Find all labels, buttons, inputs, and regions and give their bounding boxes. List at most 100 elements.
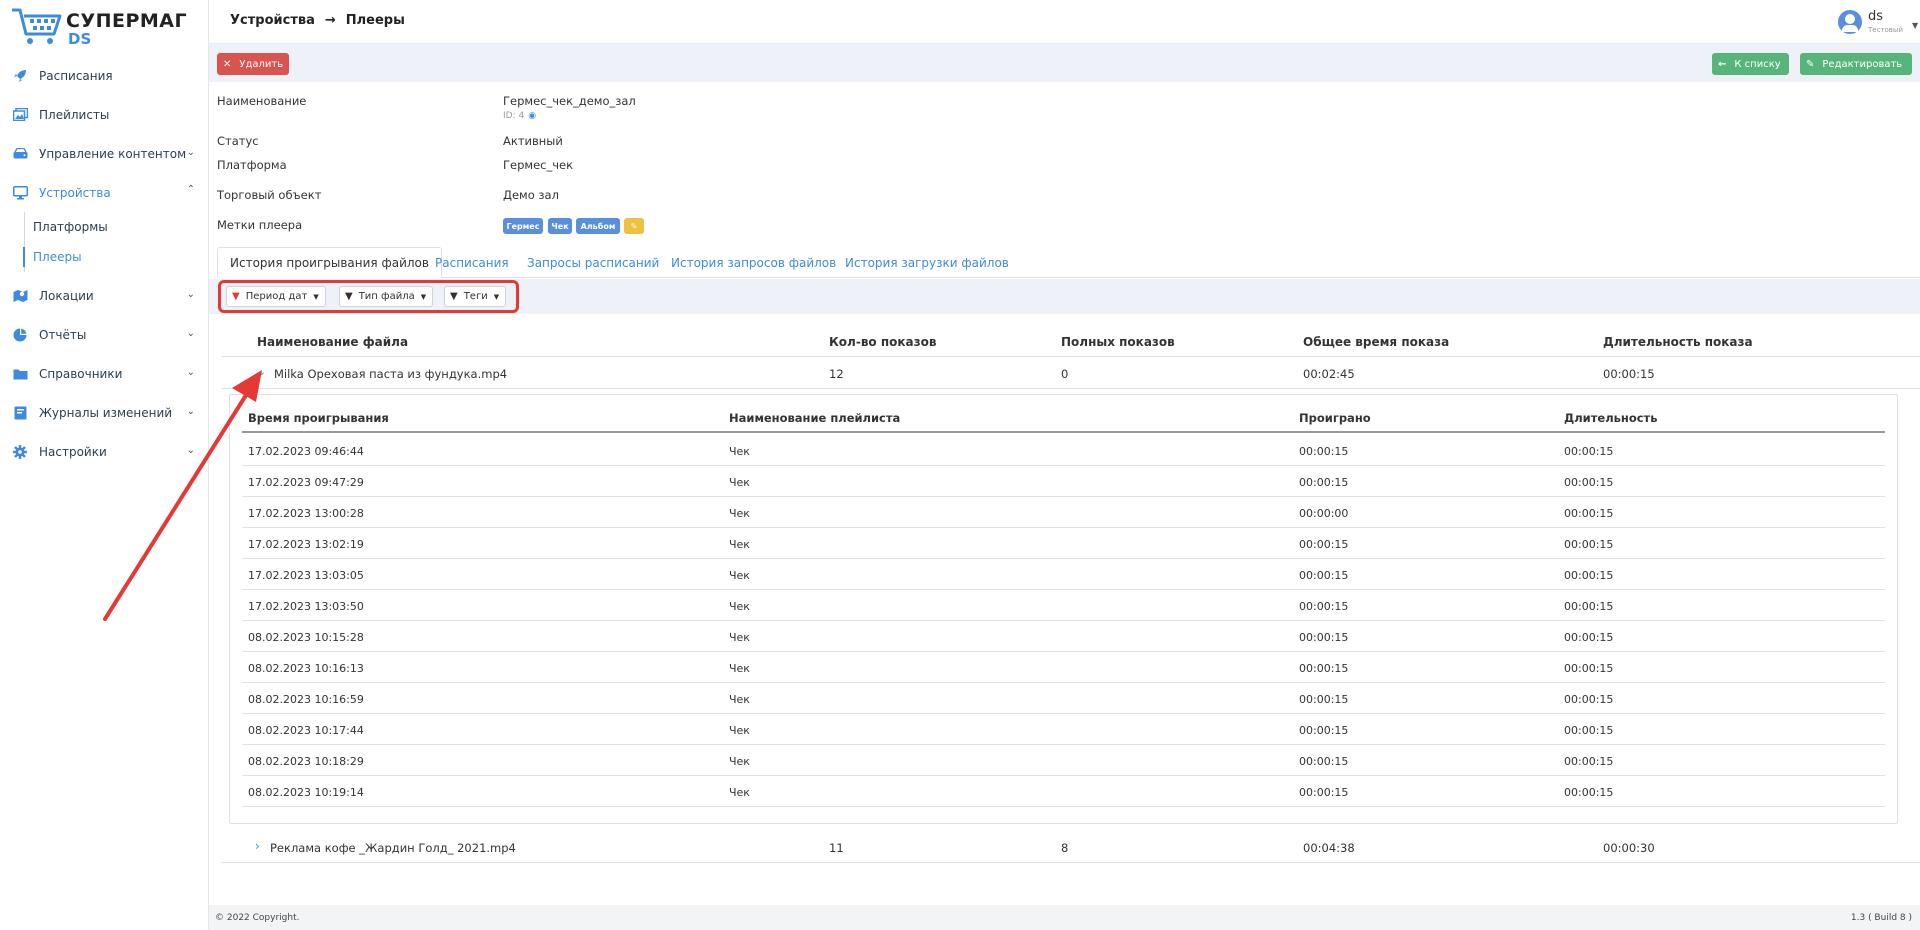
duration: 00:00:30 xyxy=(1603,841,1655,855)
table-row: 17.02.2023 13:02:19 Чек 00:00:15 00:00:15 xyxy=(242,528,1885,559)
chevron-down-icon: ⌄ xyxy=(186,328,195,339)
edit-label: Редактировать xyxy=(1822,58,1903,70)
sidebar-item-schedules[interactable]: Расписания xyxy=(0,56,209,95)
sidebar-item-playlists[interactable]: Плейлисты xyxy=(0,95,209,134)
column-header[interactable]: Полных показов xyxy=(1061,335,1175,349)
sidebar-item-platforms[interactable]: Платформы xyxy=(24,212,209,242)
play-time: 08.02.2023 10:15:28 xyxy=(248,631,364,644)
sidebar: СУПЕРМАГ DS Расписания Плейлисты Управле… xyxy=(0,0,209,930)
sidebar-item-content[interactable]: Управление контентом ⌄ xyxy=(0,134,209,173)
breadcrumb-current: Плееры xyxy=(345,13,405,28)
duration: 00:00:15 xyxy=(1603,367,1655,381)
detail-value: Активный xyxy=(503,134,563,148)
sidebar-item-reports[interactable]: Отчёты ⌄ xyxy=(0,315,209,354)
user-name: ds xyxy=(1868,9,1884,24)
close-icon: ✕ xyxy=(223,58,232,70)
play-time: 17.02.2023 13:00:28 xyxy=(248,507,364,520)
tab-play-history[interactable]: История проигрывания файлов xyxy=(217,247,442,278)
played: 00:00:15 xyxy=(1299,786,1349,799)
play-time: 08.02.2023 10:18:29 xyxy=(248,755,364,768)
chevron-up-icon: ⌃ xyxy=(186,184,195,195)
tag-badge: Гермес xyxy=(503,218,543,234)
sidebar-item-references[interactable]: Справочники ⌄ xyxy=(0,354,209,393)
to-list-label: К списку xyxy=(1734,58,1781,70)
column-header: Проиграно xyxy=(1299,411,1371,425)
monitor-icon xyxy=(12,185,28,201)
table-row: 17.02.2023 13:00:28 Чек 00:00:00 00:00:15 xyxy=(242,497,1885,528)
played: 00:00:15 xyxy=(1299,600,1349,613)
sidebar-item-changelogs[interactable]: Журналы изменений ⌄ xyxy=(0,393,209,432)
sidebar-item-label: Настройки xyxy=(39,444,107,459)
duration: 00:00:15 xyxy=(1564,445,1614,458)
images-icon xyxy=(12,107,28,123)
table-row: 08.02.2023 10:15:28 Чек 00:00:15 00:00:15 xyxy=(242,621,1885,652)
tab-schedules[interactable]: Расписания xyxy=(435,247,509,278)
tab-file-download-history[interactable]: История загрузки файлов xyxy=(845,247,1009,278)
detail-label: Платформа xyxy=(217,158,287,172)
playlist-name: Чек xyxy=(729,476,750,489)
sidebar-item-players[interactable]: Плееры xyxy=(23,242,209,272)
eye-icon[interactable]: ◉ xyxy=(528,111,536,121)
chevron-right-icon[interactable]: › xyxy=(255,839,260,853)
played: 00:00:15 xyxy=(1299,693,1349,706)
column-header[interactable]: Общее время показа xyxy=(1303,335,1449,349)
logo-subtitle: DS xyxy=(68,30,92,48)
column-header[interactable]: Наименование файла xyxy=(257,335,408,349)
table-row[interactable]: ⌄ Milka Ореховая паста из фундука.mp4 12… xyxy=(222,358,1920,389)
detail-label: Наименование xyxy=(217,94,307,108)
copyright: © 2022 Copyright. xyxy=(215,913,300,923)
table-row[interactable]: › Реклама кофе _Жардин Голд_ 2021.mp4 11… xyxy=(222,832,1920,863)
total-time: 00:04:38 xyxy=(1303,841,1355,855)
played: 00:00:00 xyxy=(1299,507,1349,520)
logo[interactable]: СУПЕРМАГ DS xyxy=(10,4,200,48)
sidebar-item-devices[interactable]: Устройства ⌃ xyxy=(0,173,209,212)
column-header[interactable]: Кол-во показов xyxy=(829,335,936,349)
file-name: Реклама кофе _Жардин Голд_ 2021.mp4 xyxy=(270,841,516,855)
play-time: 17.02.2023 13:03:50 xyxy=(248,600,364,613)
played: 00:00:15 xyxy=(1299,569,1349,582)
table-row: 17.02.2023 09:46:44 Чек 00:00:15 00:00:15 xyxy=(242,435,1885,466)
sidebar-item-label: Отчёты xyxy=(39,327,87,342)
duration: 00:00:15 xyxy=(1564,786,1614,799)
duration: 00:00:15 xyxy=(1564,476,1614,489)
playlist-name: Чек xyxy=(729,662,750,675)
delete-button[interactable]: ✕ Удалить xyxy=(217,53,289,75)
play-time: 08.02.2023 10:19:14 xyxy=(248,786,364,799)
gear-icon xyxy=(12,444,28,460)
to-list-button[interactable]: ← К списку xyxy=(1712,53,1789,75)
played: 00:00:15 xyxy=(1299,476,1349,489)
inner-table-header: Время проигрывания Наименование плейлист… xyxy=(242,411,1885,433)
tab-schedule-requests[interactable]: Запросы расписаний xyxy=(527,247,659,278)
playlist-name: Чек xyxy=(729,693,750,706)
table-row: 08.02.2023 10:18:29 Чек 00:00:15 00:00:15 xyxy=(242,745,1885,776)
user-menu[interactable]: ds Тестовый ▼ xyxy=(1830,8,1920,38)
column-header[interactable]: Длительность показа xyxy=(1603,335,1753,349)
sidebar-item-settings[interactable]: Настройки ⌄ xyxy=(0,432,209,471)
playlist-name: Чек xyxy=(729,600,750,613)
arrow-right-icon: → xyxy=(324,13,336,28)
folder-icon xyxy=(12,366,28,382)
breadcrumb-parent[interactable]: Устройства xyxy=(230,13,315,28)
table-row: 17.02.2023 09:47:29 Чек 00:00:15 00:00:15 xyxy=(242,466,1885,497)
nav-menu: Расписания Плейлисты Управление контенто… xyxy=(0,56,209,471)
duration: 00:00:15 xyxy=(1564,693,1614,706)
id-text: ID: 4 xyxy=(503,111,525,121)
play-time: 17.02.2023 09:47:29 xyxy=(248,476,364,489)
table-row: 17.02.2023 13:03:50 Чек 00:00:15 00:00:15 xyxy=(242,590,1885,621)
highlight-box xyxy=(218,280,519,313)
column-header: Длительность xyxy=(1564,411,1658,425)
edit-button[interactable]: ✎ Редактировать xyxy=(1800,53,1912,75)
footer: © 2022 Copyright. 1.3 ( Build 8 ) xyxy=(209,905,1920,930)
detail-label: Метки плеера xyxy=(217,218,303,232)
tabs: История проигрывания файлов Расписания З… xyxy=(217,247,1920,278)
tab-file-request-history[interactable]: История запросов файлов xyxy=(671,247,836,278)
play-time: 17.02.2023 09:46:44 xyxy=(248,445,364,458)
caret-down-icon: ▼ xyxy=(1912,21,1919,30)
sidebar-item-label: Плейлисты xyxy=(39,107,110,122)
edit-tags-icon[interactable]: ✎ xyxy=(624,218,644,234)
sidebar-item-locations[interactable]: Локации ⌄ xyxy=(0,276,209,315)
played: 00:00:15 xyxy=(1299,755,1349,768)
sidebar-item-label: Журналы изменений xyxy=(39,405,173,420)
full-shows: 0 xyxy=(1061,367,1069,381)
chevron-down-icon[interactable]: ⌄ xyxy=(257,365,266,378)
